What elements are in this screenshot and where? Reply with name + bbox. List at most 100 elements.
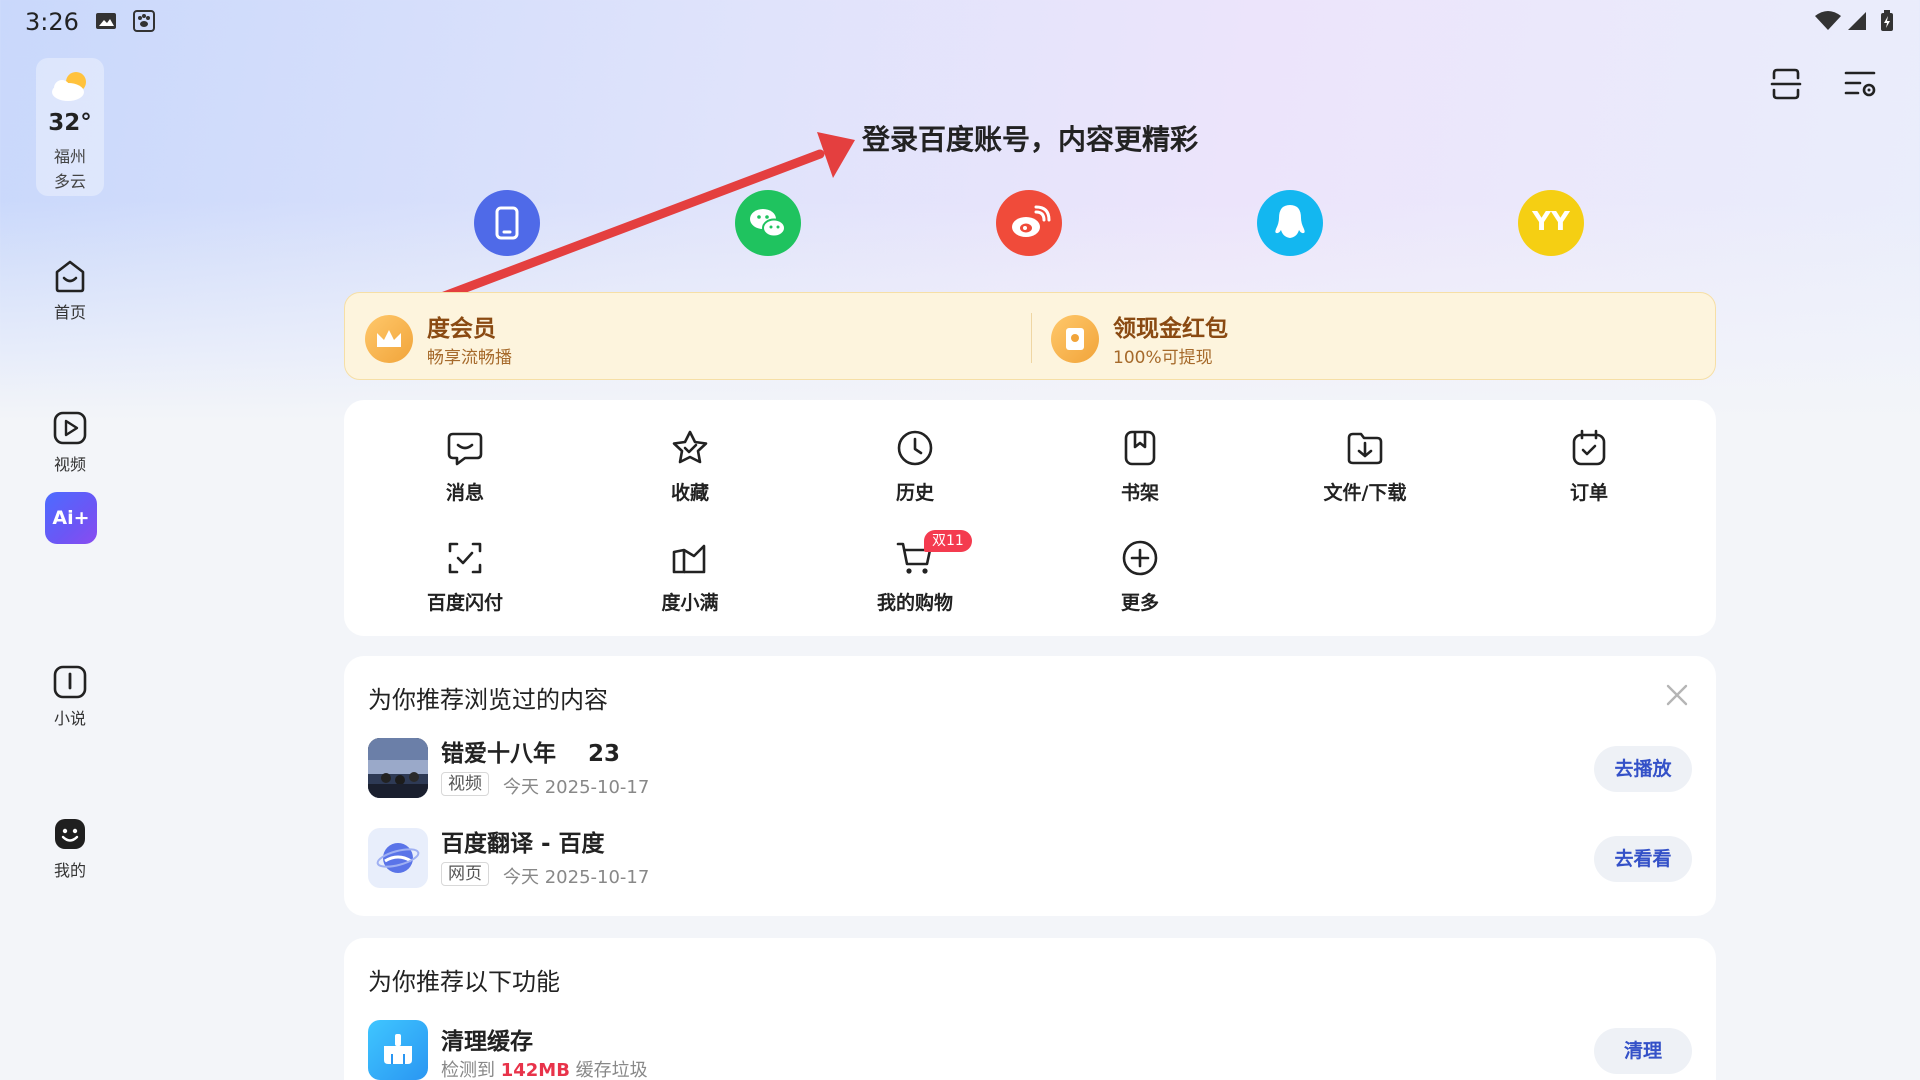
clean-button[interactable]: 清理 <box>1594 1028 1692 1074</box>
status-bar: 3:26 <box>0 0 1920 44</box>
vip-title: 度会员 <box>427 316 496 342</box>
crown-icon <box>365 315 413 363</box>
grid-label: 消息 <box>445 482 484 504</box>
clock-icon <box>897 430 933 466</box>
video-icon <box>53 411 87 445</box>
sidebar-item-label: 视频 <box>53 455 86 474</box>
clean-cache-title[interactable]: 清理缓存 <box>441 1022 533 1056</box>
sidebar-item-novel[interactable]: 小说 <box>30 662 110 732</box>
weibo-icon <box>1012 205 1051 237</box>
grid-label: 度小满 <box>661 592 719 614</box>
sidebar-item-home[interactable]: 首页 <box>30 256 110 326</box>
grid-label: 更多 <box>1120 592 1159 614</box>
login-yy-button[interactable]: YY <box>1518 190 1584 256</box>
signal-icon <box>1848 12 1866 30</box>
qq-penguin-icon <box>1275 205 1305 238</box>
phone-icon <box>495 206 519 240</box>
sidebar-item-mine[interactable]: 我的 <box>30 814 110 884</box>
scan-pay-icon <box>448 542 482 574</box>
clean-cache-detail: 检测到 142MB 缓存垃圾 <box>441 1056 648 1080</box>
red-packet-subtitle: 100%可提现 <box>1113 348 1213 368</box>
grid-label: 书架 <box>1120 482 1159 504</box>
red-packet-title: 领现金红包 <box>1113 316 1228 342</box>
recent-item-date: 今天 2025-10-17 <box>503 777 650 798</box>
broom-clean-icon <box>384 1034 412 1064</box>
red-packet-entry[interactable]: 领现金红包 100%可提现 <box>1031 293 1717 381</box>
login-phone-button[interactable] <box>474 190 540 256</box>
sidebar-item-label: 我的 <box>53 861 86 880</box>
vip-subtitle: 畅享流畅播 <box>427 348 512 368</box>
yy-logo-text: YY <box>1532 207 1570 237</box>
sidebar-item-video[interactable]: 视频 <box>30 408 110 478</box>
weather-condition: 多云 <box>53 172 86 191</box>
video-thumbnail[interactable] <box>368 738 428 798</box>
grid-item-downloads[interactable]: 文件/下载 <box>1290 428 1440 518</box>
settings-list-icon[interactable] <box>1840 64 1880 104</box>
play-button[interactable]: 去播放 <box>1594 746 1692 792</box>
profile-face-icon <box>55 819 85 849</box>
bookmark-icon <box>1124 430 1156 466</box>
baidu-paw-icon <box>133 10 155 32</box>
grid-item-baidu-pay[interactable]: 百度闪付 <box>390 538 540 628</box>
weather-city: 福州 <box>53 147 86 166</box>
cache-detail-prefix: 检测到 <box>441 1060 501 1080</box>
login-weibo-button[interactable] <box>996 190 1062 256</box>
login-qq-button[interactable] <box>1257 190 1323 256</box>
image-icon <box>96 13 116 29</box>
weather-widget[interactable]: 32° 福州 多云 <box>36 58 104 196</box>
plus-circle-icon <box>1122 540 1158 576</box>
grid-label: 订单 <box>1569 482 1608 504</box>
content-type-tag: 视频 <box>441 772 489 796</box>
sidebar-item-label: 首页 <box>53 303 86 322</box>
sidebar-item-label: 小说 <box>53 709 86 728</box>
grid-label: 文件/下载 <box>1323 482 1407 504</box>
order-calendar-icon <box>1572 429 1606 466</box>
grid-label: 收藏 <box>670 482 709 504</box>
cache-detail-suffix: 缓存垃圾 <box>569 1060 648 1080</box>
download-folder-icon <box>1347 432 1383 465</box>
grid-item-duxiaoman[interactable]: 度小满 <box>615 538 765 628</box>
grid-item-history[interactable]: 历史 <box>840 428 990 518</box>
star-icon <box>672 430 708 464</box>
wechat-icon <box>750 209 786 238</box>
cache-size: 142MB <box>500 1060 570 1080</box>
grid-item-bookshelf[interactable]: 书架 <box>1065 428 1215 518</box>
grid-item-orders[interactable]: 订单 <box>1514 428 1664 518</box>
login-wechat-button[interactable] <box>735 190 801 256</box>
clean-cache-thumbnail[interactable] <box>368 1020 428 1080</box>
video-thumbnail-image <box>368 738 428 798</box>
recent-item-title[interactable]: 错爱十八年 23 <box>441 734 620 768</box>
status-time: 3:26 <box>25 8 79 36</box>
recent-section-title: 为你推荐浏览过的内容 <box>368 686 608 714</box>
grid-label: 百度闪付 <box>426 592 503 614</box>
sidebar: 32° 福州 多云 首页 视频 Ai+ 小说 我的 <box>0 44 140 1080</box>
recent-item-date: 今天 2025-10-17 <box>503 867 650 888</box>
book-icon <box>53 665 87 699</box>
grid-label: 我的购物 <box>876 592 953 614</box>
double-11-badge: 双11 <box>924 530 972 552</box>
wifi-icon <box>1815 11 1841 30</box>
recent-item-title[interactable]: 百度翻译 - 百度 <box>441 824 605 858</box>
close-icon[interactable] <box>1664 682 1690 708</box>
baidu-translate-icon <box>376 843 420 873</box>
red-packet-icon <box>1051 315 1099 363</box>
grid-label: 历史 <box>895 482 934 504</box>
cloudy-sun-icon <box>52 72 86 101</box>
ai-assistant-button[interactable]: Ai+ <box>45 492 97 544</box>
duxiaoman-icon <box>672 544 706 574</box>
grid-item-messages[interactable]: 消息 <box>390 428 540 518</box>
quick-actions-card <box>344 400 1716 636</box>
view-button[interactable]: 去看看 <box>1594 836 1692 882</box>
content-type-tag: 网页 <box>441 862 489 886</box>
home-icon <box>55 260 85 293</box>
grid-item-shopping[interactable]: 我的购物 <box>840 538 990 628</box>
weather-temp: 32° <box>48 110 92 136</box>
battery-icon <box>1881 10 1893 31</box>
login-prompt[interactable]: 登录百度账号，内容更精彩 <box>862 118 1198 158</box>
grid-item-favorites[interactable]: 收藏 <box>615 428 765 518</box>
scan-icon[interactable] <box>1766 64 1806 104</box>
grid-item-more[interactable]: 更多 <box>1065 538 1215 628</box>
features-section-title: 为你推荐以下功能 <box>368 968 560 996</box>
webpage-thumbnail[interactable] <box>368 828 428 888</box>
vip-membership-entry[interactable]: 度会员 畅享流畅播 <box>345 293 1031 381</box>
